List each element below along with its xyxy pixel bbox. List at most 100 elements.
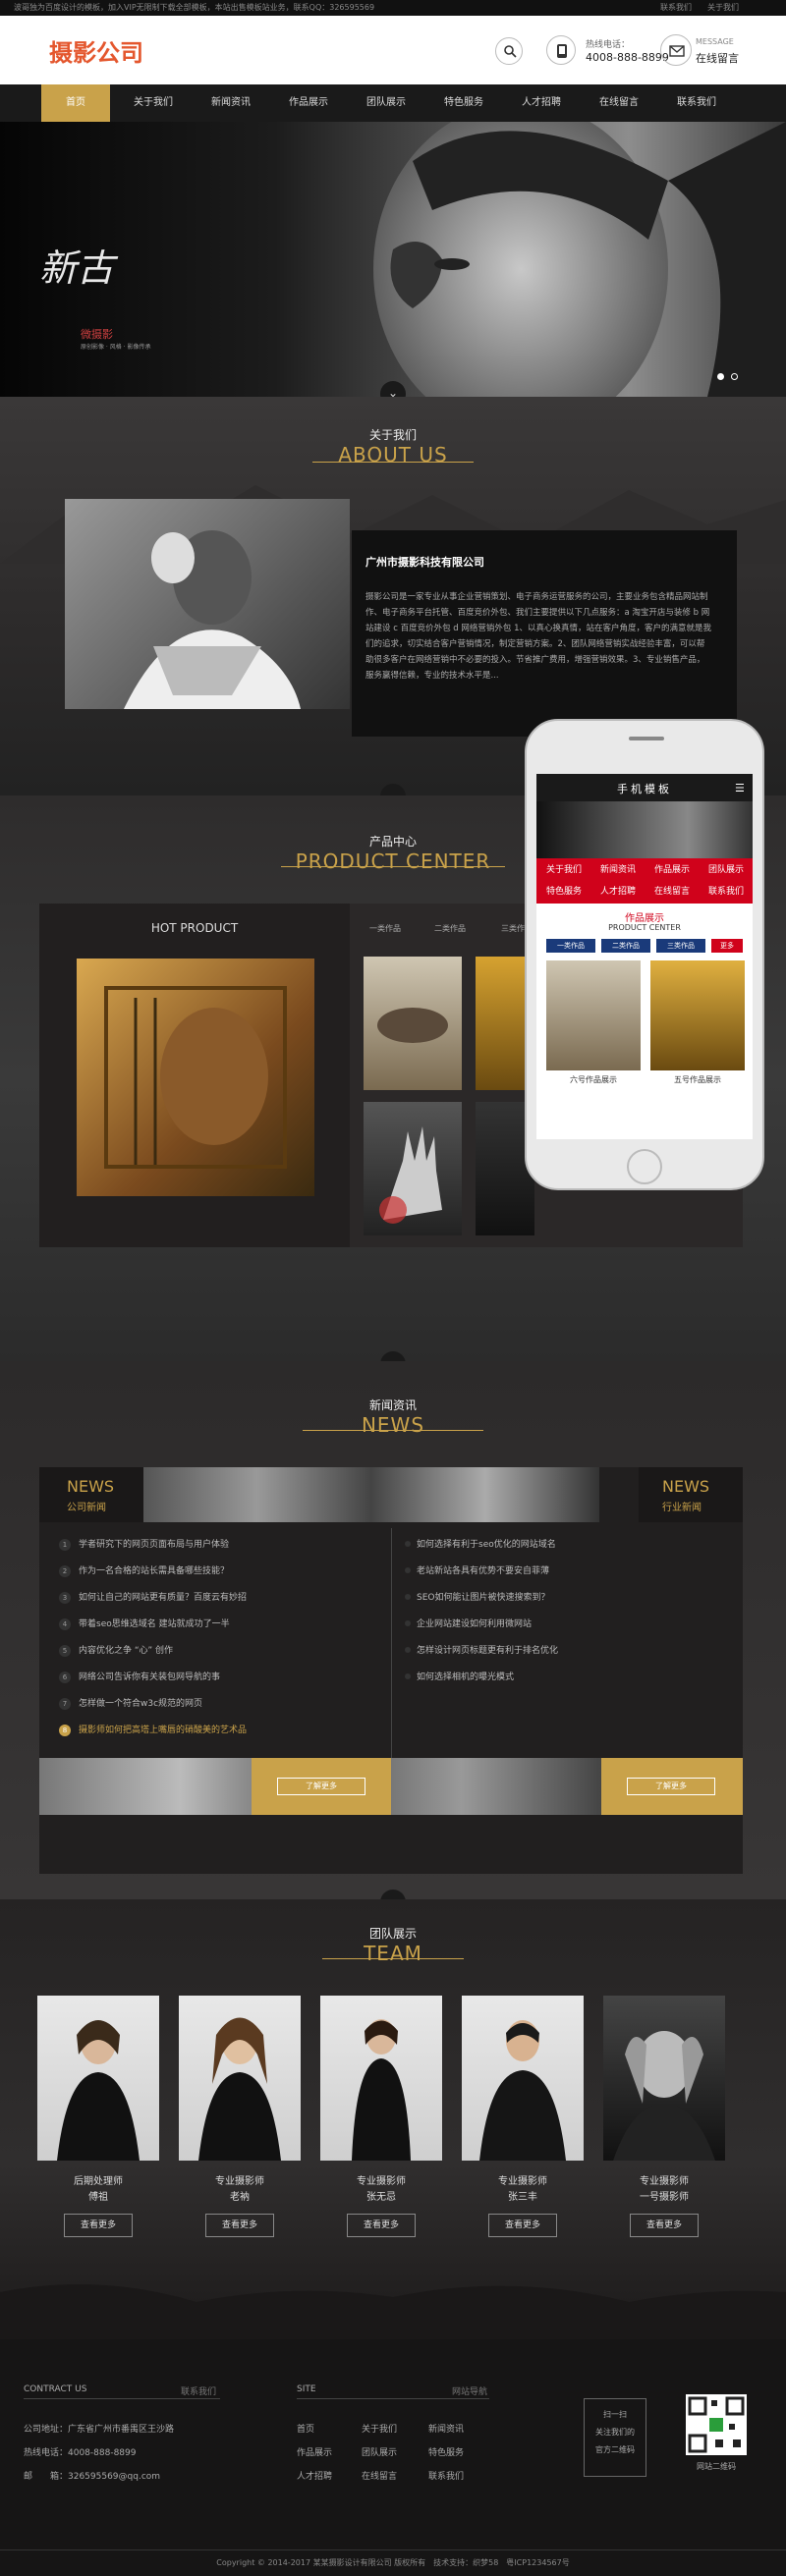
- member-photo[interactable]: [462, 1996, 584, 2161]
- footer-link-home[interactable]: 首页: [297, 2422, 314, 2435]
- footer-link-team[interactable]: 团队展示: [362, 2445, 397, 2458]
- phone-section-en: PRODUCT CENTER: [608, 923, 681, 932]
- member-more-button[interactable]: 查看更多: [347, 2214, 416, 2237]
- qr-text-1: 扫一扫: [603, 2410, 627, 2419]
- phone-tab-more[interactable]: 更多: [711, 939, 743, 953]
- phone-menu-icon[interactable]: ☰: [735, 782, 745, 795]
- footer-site-en: SITE: [297, 2384, 316, 2394]
- slider-dot-2[interactable]: [731, 373, 738, 380]
- top-link-contact[interactable]: 联系我们: [660, 0, 692, 16]
- product-thumb-1[interactable]: [364, 957, 462, 1090]
- divider: [303, 1430, 483, 1431]
- copyright: Copyright © 2014-2017 某某摄影设计有限公司 版权所有 技术…: [216, 2558, 570, 2567]
- news-left-item[interactable]: 5 内容优化之争 “心” 创作: [59, 1644, 173, 1658]
- divider: [297, 2398, 489, 2399]
- footer-link-news[interactable]: 新闻资讯: [428, 2422, 464, 2435]
- phone-tab-2[interactable]: 二类作品: [601, 939, 650, 953]
- nav-team[interactable]: 团队展示: [352, 84, 421, 122]
- member-role: 专业摄影师: [640, 2176, 689, 2187]
- message-cn[interactable]: 在线留言: [696, 50, 739, 66]
- news-left-item[interactable]: 1 学者研究下的网页页面布局与用户体验: [59, 1538, 229, 1552]
- phone-menu-message[interactable]: 在线留言: [645, 882, 700, 902]
- news-left-item[interactable]: 4 带着seo思维选域名 建站就成功了一半: [59, 1617, 230, 1631]
- member-role: 专业摄影师: [498, 2176, 547, 2187]
- phone-item-1-image[interactable]: [546, 960, 641, 1070]
- member-name: 傅祖: [88, 2192, 108, 2203]
- news-divider: [391, 1528, 392, 1793]
- product-tab-1[interactable]: 一类作品: [369, 923, 401, 934]
- news-right-item[interactable]: 怎样设计网页标题更有利于排名优化: [405, 1644, 558, 1658]
- footer-contact-en: CONTRACT US: [24, 2384, 87, 2394]
- qr-text-3: 官方二维码: [595, 2445, 635, 2454]
- phone-item-1-label: 六号作品展示: [570, 1075, 617, 1084]
- logo[interactable]: 摄影公司: [49, 33, 143, 68]
- member-photo[interactable]: [179, 1996, 301, 2161]
- phone-menu-contact[interactable]: 联系我们: [699, 882, 753, 902]
- phone-tab-1[interactable]: 一类作品: [546, 939, 595, 953]
- news-right-more-button[interactable]: 了解更多: [627, 1778, 715, 1795]
- divider: [0, 2549, 786, 2550]
- member-photo[interactable]: [603, 1996, 725, 2161]
- footer: CONTRACT US 联系我们 公司地址：广东省广州市番禺区王沙路 热线电话：…: [0, 2339, 786, 2576]
- news-left-item[interactable]: 3 如何让自己的网站更有质量？百度云有妙招: [59, 1591, 247, 1605]
- member-photo[interactable]: [37, 1996, 159, 2161]
- news-right-cn: 行业新闻: [662, 1503, 702, 1513]
- news-left-item[interactable]: 7 怎样做一个符合w3c规范的网页: [59, 1697, 202, 1711]
- member-more-button[interactable]: 查看更多: [630, 2214, 699, 2237]
- divider: [322, 1958, 464, 1959]
- phone-mockup: 手机模板 ☰ 关于我们 新闻资讯 作品展示 团队展示 特色服务 人才招聘 在线留…: [525, 719, 764, 1190]
- news-left-item[interactable]: 8 摄影师如何把高塔上嘴唇的硝酸美的艺术品: [59, 1724, 247, 1737]
- news-right-item[interactable]: 如何选择相机的曝光模式: [405, 1671, 514, 1684]
- phone-tab-3[interactable]: 三类作品: [656, 939, 705, 953]
- search-button[interactable]: [495, 37, 523, 65]
- news-left-item[interactable]: 2 作为一名合格的站长需具备哪些技能？: [59, 1564, 229, 1578]
- news-right-item[interactable]: 老站新站各具有优势不要安自菲薄: [405, 1564, 549, 1578]
- hot-product-image[interactable]: [77, 959, 314, 1196]
- products-section: 产品中心 PRODUCT CENTER HOT PRODUCT 一类作品 二类作…: [0, 719, 786, 1377]
- member-name: 张无忌: [366, 2192, 396, 2203]
- member-photo[interactable]: [320, 1996, 442, 2161]
- footer-link-contact[interactable]: 联系我们: [428, 2469, 464, 2482]
- member-more-button[interactable]: 查看更多: [64, 2214, 133, 2237]
- banner-subtitle: 原创影像 · 风格 · 影像传承: [81, 344, 151, 351]
- hero-banner: 新古 微摄影 原创影像 · 风格 · 影像传承 ⌄: [0, 122, 786, 397]
- team-silhouette: [0, 2284, 786, 2339]
- nav-about[interactable]: 关于我们: [119, 84, 188, 122]
- nav-works[interactable]: 作品展示: [274, 84, 343, 122]
- news-right-item[interactable]: SEO如何能让图片被快速搜索到？: [405, 1591, 549, 1605]
- slider-dot-1[interactable]: [717, 373, 724, 380]
- about-company: 广州市摄影科技有限公司: [365, 556, 484, 569]
- search-icon: [504, 45, 517, 58]
- top-link-about[interactable]: 关于我们: [707, 0, 739, 16]
- member-more-button[interactable]: 查看更多: [205, 2214, 274, 2237]
- phone-menu-team[interactable]: 团队展示: [699, 860, 753, 880]
- phone-menu-about[interactable]: 关于我们: [536, 860, 591, 880]
- footer-link-works[interactable]: 作品展示: [297, 2445, 332, 2458]
- member-more-button[interactable]: 查看更多: [488, 2214, 557, 2237]
- phone-item-2-image[interactable]: [650, 960, 745, 1070]
- phone-menu-services[interactable]: 特色服务: [536, 882, 591, 902]
- nav-home[interactable]: 首页: [41, 84, 110, 122]
- phone-menu-jobs[interactable]: 人才招聘: [590, 882, 646, 902]
- news-left-more-button[interactable]: 了解更多: [277, 1778, 365, 1795]
- nav-contact[interactable]: 联系我们: [662, 84, 731, 122]
- nav-services[interactable]: 特色服务: [429, 84, 498, 122]
- news-right-item[interactable]: 如何选择有利于seo优化的网站域名: [405, 1538, 556, 1552]
- footer-phone: 热线电话：4008-888-8899: [24, 2448, 137, 2458]
- footer-link-message[interactable]: 在线留言: [362, 2469, 397, 2482]
- product-thumb-3[interactable]: [364, 1102, 462, 1235]
- nav-news[interactable]: 新闻资讯: [196, 84, 265, 122]
- news-left-item[interactable]: 6 网络公司告诉你有关装包网导航的事: [59, 1671, 220, 1684]
- divider: [312, 462, 474, 463]
- about-title-cn: 关于我们: [368, 428, 417, 442]
- nav-jobs[interactable]: 人才招聘: [507, 84, 576, 122]
- phone-menu-news[interactable]: 新闻资讯: [590, 860, 646, 880]
- message-button[interactable]: [660, 34, 692, 66]
- phone-menu-works[interactable]: 作品展示: [645, 860, 700, 880]
- footer-link-about[interactable]: 关于我们: [362, 2422, 397, 2435]
- footer-link-jobs[interactable]: 人才招聘: [297, 2469, 332, 2482]
- nav-message[interactable]: 在线留言: [585, 84, 653, 122]
- footer-link-services[interactable]: 特色服务: [428, 2445, 464, 2458]
- product-tab-2[interactable]: 二类作品: [434, 923, 466, 934]
- news-right-item[interactable]: 企业网站建设如何利用微网站: [405, 1617, 532, 1631]
